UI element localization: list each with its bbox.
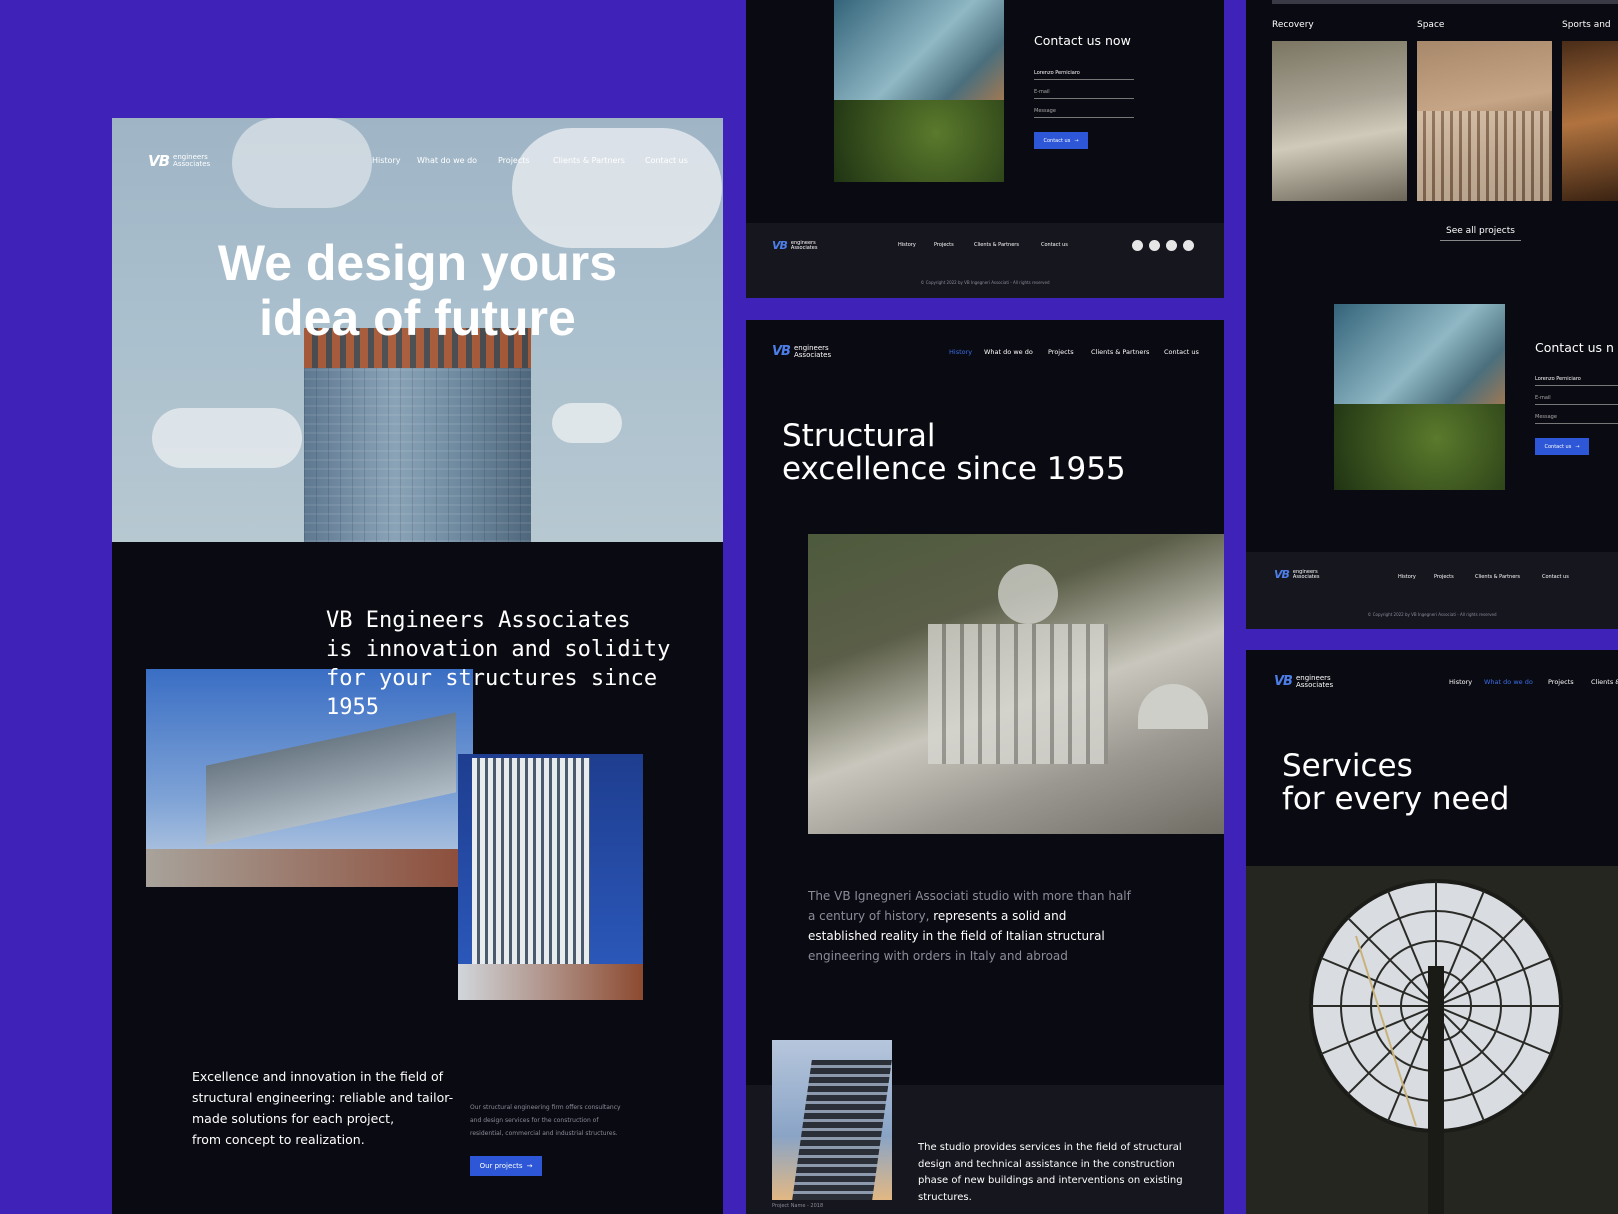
name-field[interactable]: Lorenzo Perniciaro (1535, 376, 1618, 386)
nav-contact[interactable]: Contact us (645, 156, 688, 165)
copyright: © Copyright 2022 by VB Ingegneri Associa… (1367, 612, 1497, 617)
projects-top-strip (1272, 0, 1618, 4)
services-page-panel: VB engineers Associates History What do w… (1246, 650, 1618, 1214)
arrow-right-icon: → (1074, 137, 1079, 144)
nav-history[interactable]: History (372, 156, 400, 165)
nav-clients-partners[interactable]: Clients & Partners (1591, 678, 1618, 686)
nav-projects[interactable]: Projects (498, 156, 530, 165)
recovery-project-image (1272, 41, 1407, 201)
projects-page-panel: Recovery Space Sports and See all projec… (1246, 0, 1618, 629)
footer-nav-contact[interactable]: Contact us (1041, 242, 1068, 248)
footer: VB engineers Associates History Projects … (746, 223, 1224, 298)
nav-what-we-do[interactable]: What do we do (1484, 678, 1533, 686)
glass-building-image (834, 0, 1004, 182)
space-project-image (1417, 41, 1552, 201)
intro-text: VB Engineers Associates is innovation an… (326, 608, 671, 720)
message-field[interactable]: Message (1034, 108, 1134, 118)
brand-mark: VB (148, 152, 170, 170)
footer-nav-clients[interactable]: Clients & Partners (974, 242, 1019, 248)
home-page-panel: VB engineers Associates History What do w… (112, 118, 723, 1214)
email-field[interactable]: E-mail (1034, 89, 1134, 99)
brand-logo[interactable]: VB engineers Associates (772, 344, 831, 359)
nav-what-we-do[interactable]: What do we do (417, 156, 477, 165)
contact-footer-panel: Contact us now Lorenzo Perniciaro E-mail… (746, 0, 1224, 298)
our-projects-button[interactable]: Our projects → (470, 1156, 542, 1176)
contact-submit-button[interactable]: Contact us → (1535, 438, 1589, 455)
email-field[interactable]: E-mail (1535, 395, 1618, 405)
name-field[interactable]: Lorenzo Perniciaro (1034, 70, 1134, 80)
project-caption: Project Name - 2018 (772, 1203, 824, 1209)
contact-title: Contact us now (1034, 33, 1131, 48)
services-description: The studio provides services in the fiel… (918, 1142, 1183, 1203)
arrow-right-icon: → (526, 1162, 533, 1170)
category-recovery[interactable]: Recovery (1272, 20, 1314, 30)
nav-clients-partners[interactable]: Clients & Partners (1091, 348, 1149, 356)
copyright: © Copyright 2022 by VB Ingegneri Associa… (920, 280, 1050, 285)
footer: VB engineers Associates History Projects … (1246, 552, 1618, 629)
cement-plant-image (808, 534, 1224, 834)
footer-nav-clients[interactable]: Clients & Partners (1475, 574, 1520, 580)
cloud-shape (232, 118, 372, 208)
message-field[interactable]: Message (1535, 414, 1618, 424)
tower-building (304, 328, 531, 542)
brand-text: engineers Associates (173, 153, 211, 168)
history-paragraph: The VB Ignegneri Associati studio with m… (808, 889, 1131, 963)
nav-contact[interactable]: Contact us (1164, 348, 1199, 356)
footer-nav-history[interactable]: History (1398, 574, 1416, 580)
footer-nav-projects[interactable]: Projects (1434, 574, 1454, 580)
services-note: Our structural engineering firm offers c… (470, 1104, 621, 1137)
nav-projects[interactable]: Projects (1048, 348, 1074, 356)
cloud-shape (152, 408, 302, 468)
excellence-text: Excellence and innovation in the field o… (192, 1069, 454, 1147)
see-all-projects-link[interactable]: See all projects (1440, 226, 1521, 241)
history-title: Structural excellence since 1955 (782, 418, 1126, 487)
cloud-shape (512, 128, 722, 248)
category-sports[interactable]: Sports and (1562, 20, 1611, 30)
glass-building-image (1334, 304, 1505, 490)
email-icon[interactable] (1183, 240, 1194, 251)
category-space[interactable]: Space (1417, 20, 1444, 30)
contact-title-partial: Contact us n (1535, 340, 1614, 355)
footer-nav-contact[interactable]: Contact us (1542, 574, 1569, 580)
sports-project-image (1562, 41, 1618, 201)
history-page-panel: VB engineers Associates History What do w… (746, 320, 1224, 1214)
arrow-right-icon: → (1575, 443, 1580, 450)
services-title: Services for every need (1282, 748, 1510, 817)
brand-logo[interactable]: VB engineers Associates (148, 152, 210, 170)
dome-skylight-graphic (1309, 879, 1563, 1214)
nav-what-we-do[interactable]: What do we do (984, 348, 1033, 356)
hero-title-line-2: idea of future (259, 290, 576, 346)
linkedin-icon[interactable] (1166, 240, 1177, 251)
footer-nav-projects[interactable]: Projects (934, 242, 954, 248)
nav-clients-partners[interactable]: Clients & Partners (553, 156, 625, 165)
footer-brand-logo[interactable]: VB engineers Associates (1274, 568, 1319, 581)
cloud-shape (552, 403, 622, 443)
tall-tower-image (458, 754, 643, 1000)
contact-submit-button[interactable]: Contact us → (1034, 132, 1088, 149)
modern-building-image (772, 1040, 892, 1200)
dome-image (1246, 866, 1618, 1214)
hero-title: We design yours idea of future (112, 236, 723, 346)
footer-brand-logo[interactable]: VB engineers Associates (772, 239, 817, 252)
facebook-icon[interactable] (1132, 240, 1143, 251)
nav-history[interactable]: History (949, 348, 972, 356)
nav-history[interactable]: History (1449, 678, 1472, 686)
nav-projects[interactable]: Projects (1548, 678, 1574, 686)
instagram-icon[interactable] (1149, 240, 1160, 251)
hero-title-line-1: We design yours (217, 235, 618, 291)
brand-logo[interactable]: VB engineers Associates (1274, 674, 1333, 689)
footer-nav-history[interactable]: History (898, 242, 916, 248)
